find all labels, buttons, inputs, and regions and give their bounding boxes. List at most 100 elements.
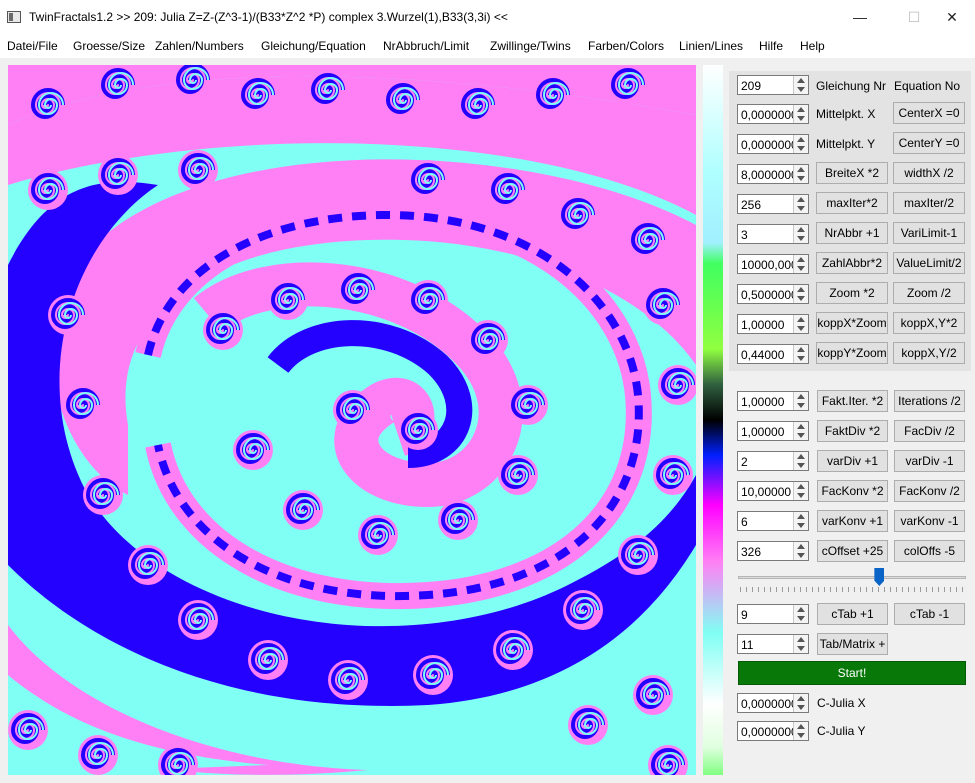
var-konv-spinbox[interactable]: 6: [737, 511, 809, 531]
spin-down-icon[interactable]: [797, 403, 805, 408]
start-button[interactable]: Start!: [738, 661, 966, 685]
spin-up-icon[interactable]: [797, 347, 805, 352]
spin-up-icon[interactable]: [797, 78, 805, 83]
spin-up-icon[interactable]: [797, 696, 805, 701]
spin-up-icon[interactable]: [797, 197, 805, 202]
zoom-spinbox[interactable]: 0,5000000: [737, 284, 809, 304]
center-y-spinbox[interactable]: 0,0000000: [737, 134, 809, 154]
spin-arrows[interactable]: [793, 315, 808, 333]
fac-konv-double-button[interactable]: FacKonv *2: [817, 480, 888, 502]
c-offset-plus-button[interactable]: cOffset +25: [817, 540, 888, 562]
spin-down-icon[interactable]: [797, 493, 805, 498]
var-div-spinbox[interactable]: 2: [737, 451, 809, 471]
spin-arrows[interactable]: [793, 512, 808, 530]
c-offset-spinbox[interactable]: 326: [737, 541, 809, 561]
spin-down-icon[interactable]: [797, 705, 805, 710]
spin-up-icon[interactable]: [797, 544, 805, 549]
zahl-abbr-spinbox[interactable]: 10000,000: [737, 254, 809, 274]
fac-div-half-button[interactable]: FacDiv /2: [894, 420, 965, 442]
spin-up-icon[interactable]: [797, 424, 805, 429]
spin-down-icon[interactable]: [797, 433, 805, 438]
spin-down-icon[interactable]: [797, 523, 805, 528]
spin-down-icon[interactable]: [797, 206, 805, 211]
ctab-plus-button[interactable]: cTab +1: [817, 603, 888, 625]
spin-arrows[interactable]: [793, 255, 808, 273]
equation-nr-spinbox[interactable]: 209: [737, 75, 809, 95]
spin-down-icon[interactable]: [797, 326, 805, 331]
spin-arrows[interactable]: [793, 482, 808, 500]
kopp-x-spinbox[interactable]: 1,00000: [737, 314, 809, 334]
fakt-div-double-button[interactable]: FaktDiv *2: [817, 420, 888, 442]
vari-limit-minus-button[interactable]: VariLimit-1: [893, 222, 965, 244]
spin-arrows[interactable]: [793, 345, 808, 363]
slider-thumb[interactable]: [874, 568, 885, 586]
spin-up-icon[interactable]: [797, 257, 805, 262]
var-div-minus-button[interactable]: varDiv -1: [894, 450, 965, 472]
spin-up-icon[interactable]: [797, 227, 805, 232]
fac-konv-spinbox[interactable]: 10,00000: [737, 481, 809, 501]
nr-abbr-spinbox[interactable]: 3: [737, 224, 809, 244]
menu-equation[interactable]: Gleichung/Equation: [261, 39, 366, 53]
var-konv-minus-button[interactable]: varKonv -1: [894, 510, 965, 532]
center-x-spinbox[interactable]: 0,0000000: [737, 104, 809, 124]
spin-up-icon[interactable]: [797, 724, 805, 729]
menu-colors[interactable]: Farben/Colors: [588, 39, 664, 53]
kopp-x-zoom-button[interactable]: koppX*Zoom: [816, 312, 888, 334]
spin-arrows[interactable]: [793, 135, 808, 153]
width-x-spinbox[interactable]: 8,0000000: [737, 164, 809, 184]
spin-down-icon[interactable]: [797, 646, 805, 651]
width-x-half-button[interactable]: widthX /2: [893, 162, 965, 184]
spin-up-icon[interactable]: [797, 637, 805, 642]
spin-arrows[interactable]: [793, 225, 808, 243]
ctab-minus-button[interactable]: cTab -1: [894, 603, 965, 625]
iterations-half-button[interactable]: Iterations /2: [894, 390, 965, 412]
zoom-half-button[interactable]: Zoom /2: [893, 282, 965, 304]
menu-twins[interactable]: Zwillinge/Twins: [490, 39, 571, 53]
center-x-zero-button[interactable]: CenterX =0: [893, 102, 965, 124]
zoom-double-button[interactable]: Zoom *2: [816, 282, 888, 304]
spin-down-icon[interactable]: [797, 463, 805, 468]
col-offs-minus-button[interactable]: colOffs -5: [894, 540, 965, 562]
var-div-plus-button[interactable]: varDiv +1: [817, 450, 888, 472]
spin-down-icon[interactable]: [797, 236, 805, 241]
nr-abbr-plus-button[interactable]: NrAbbr +1: [816, 222, 888, 244]
close-button[interactable]: ✕: [929, 0, 975, 34]
spin-down-icon[interactable]: [797, 356, 805, 361]
max-iter-spinbox[interactable]: 256: [737, 194, 809, 214]
menu-hilfe[interactable]: Hilfe: [759, 39, 783, 53]
spin-up-icon[interactable]: [797, 317, 805, 322]
spin-arrows[interactable]: [793, 76, 808, 94]
center-y-zero-button[interactable]: CenterY =0: [893, 132, 965, 154]
spin-down-icon[interactable]: [797, 146, 805, 151]
spin-down-icon[interactable]: [797, 176, 805, 181]
menu-help[interactable]: Help: [800, 39, 825, 53]
max-iter-double-button[interactable]: maxIter*2: [816, 192, 888, 214]
spin-down-icon[interactable]: [797, 87, 805, 92]
var-konv-plus-button[interactable]: varKonv +1: [817, 510, 888, 532]
spin-down-icon[interactable]: [797, 296, 805, 301]
spin-arrows[interactable]: [793, 105, 808, 123]
spin-down-icon[interactable]: [797, 553, 805, 558]
fakt-div-spinbox[interactable]: 1,00000: [737, 421, 809, 441]
kopp-xy-double-button[interactable]: koppX,Y*2: [893, 312, 965, 334]
color-offset-slider[interactable]: [738, 576, 966, 579]
spin-arrows[interactable]: [793, 452, 808, 470]
spin-up-icon[interactable]: [797, 454, 805, 459]
spin-up-icon[interactable]: [797, 607, 805, 612]
spin-arrows[interactable]: [793, 165, 808, 183]
menu-file[interactable]: Datei/File: [7, 39, 58, 53]
c-julia-y-spinbox[interactable]: 0,0000000: [737, 721, 809, 741]
menu-lines[interactable]: Linien/Lines: [679, 39, 743, 53]
width-x-double-button[interactable]: BreiteX *2: [816, 162, 888, 184]
fakt-iter-double-button[interactable]: Fakt.Iter. *2: [817, 390, 888, 412]
spin-arrows[interactable]: [793, 605, 808, 623]
spin-up-icon[interactable]: [797, 137, 805, 142]
spin-down-icon[interactable]: [797, 116, 805, 121]
spin-up-icon[interactable]: [797, 167, 805, 172]
tab-matrix-spinbox[interactable]: 11: [737, 634, 809, 654]
spin-up-icon[interactable]: [797, 484, 805, 489]
minimize-button[interactable]: —: [837, 0, 883, 34]
menu-limit[interactable]: NrAbbruch/Limit: [383, 39, 469, 53]
menu-numbers[interactable]: Zahlen/Numbers: [155, 39, 244, 53]
spin-arrows[interactable]: [793, 542, 808, 560]
